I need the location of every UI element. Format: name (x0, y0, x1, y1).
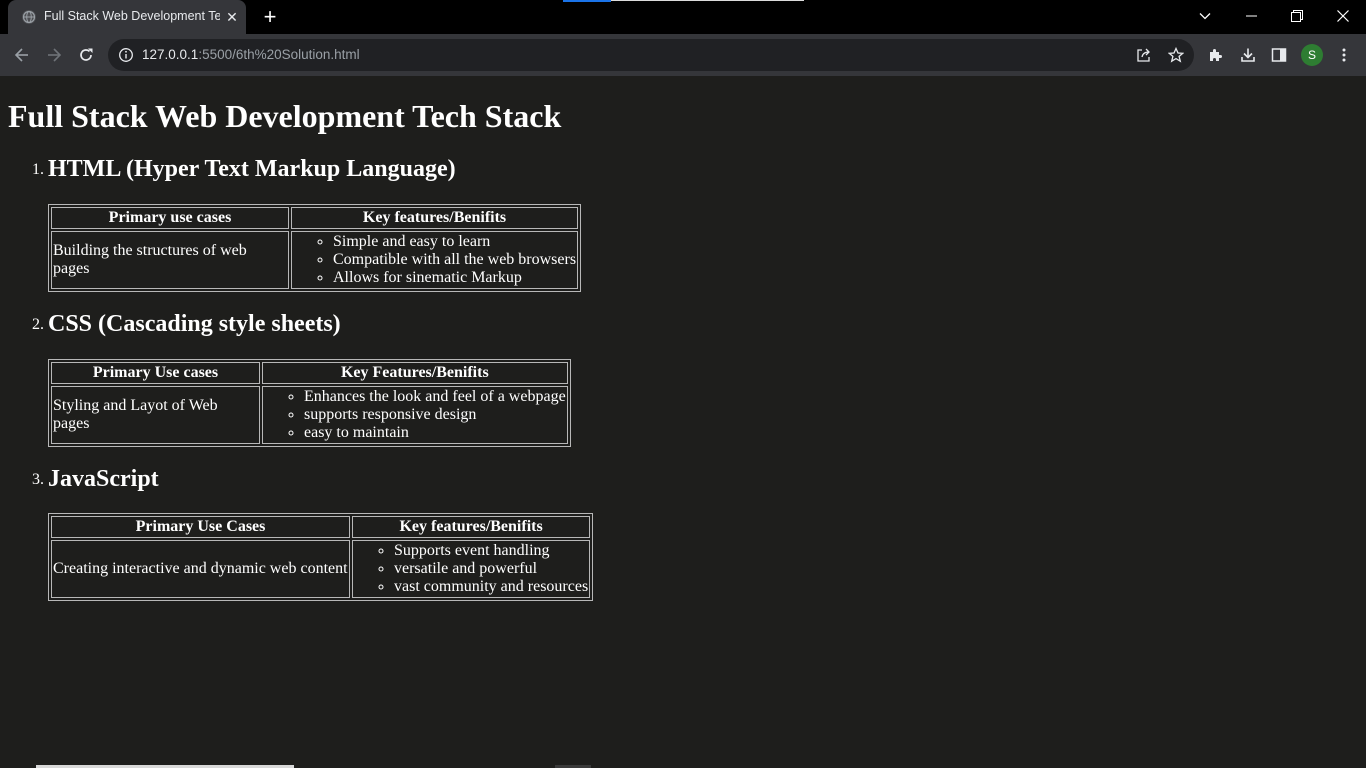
table-header: Primary use cases (51, 207, 289, 229)
new-tab-button[interactable]: + (258, 5, 282, 29)
url-path: :5500/6th%20Solution.html (198, 47, 360, 62)
html-table: Primary use cases Key features/Benifits … (48, 204, 582, 292)
menu-button[interactable] (1333, 44, 1355, 66)
back-icon (14, 48, 28, 62)
javascript-table: Primary Use Cases Key features/Benifits … (48, 513, 594, 601)
table-header: Key features/Benifits (291, 207, 579, 229)
page-title: Full Stack Web Development Tech Stack (8, 98, 562, 134)
tab-title: Full Stack Web Development Tech Stack (44, 9, 220, 23)
table-row: Building the structures of web pages Sim… (51, 231, 579, 289)
loading-bar (563, 0, 804, 2)
list-item: easy to maintain (304, 424, 566, 442)
url-host: 127.0.0.1 (142, 47, 199, 62)
download-icon (1241, 48, 1255, 62)
tab-close-icon[interactable]: ✕ (224, 9, 240, 25)
table-row: Creating interactive and dynamic web con… (51, 540, 591, 598)
table-cell: Supports event handling versatile and po… (352, 540, 591, 598)
section-number: 1. (32, 161, 44, 178)
table-row: Styling and Layot of Web pages Enhances … (51, 386, 568, 444)
forward-icon (48, 48, 62, 62)
table-cell: Styling and Layot of Web pages (51, 386, 260, 444)
list-item: supports responsive design (304, 406, 566, 424)
title-bar: Full Stack Web Development Tech Stack ✕ … (0, 0, 1366, 34)
globe-icon (22, 10, 36, 24)
extensions-icon (1210, 49, 1222, 61)
browser-tab[interactable]: Full Stack Web Development Tech Stack ✕ (8, 0, 246, 34)
section-heading-javascript: JavaScript (48, 466, 159, 492)
section-number: 3. (32, 471, 44, 488)
url-text[interactable]: 127.0.0.1:5500/6th%20Solution.html (142, 47, 360, 62)
list-item: Enhances the look and feel of a webpage (304, 388, 566, 406)
table-header: Primary Use cases (51, 362, 260, 384)
restore-icon (1291, 10, 1303, 22)
forward-button[interactable] (40, 41, 68, 69)
css-table: Primary Use cases Key Features/Benifits … (48, 359, 571, 447)
table-header-row: Primary use cases Key features/Benifits (51, 207, 579, 229)
table-header: Key features/Benifits (352, 516, 591, 538)
close-window-button[interactable] (1320, 0, 1366, 32)
profile-avatar[interactable]: S (1301, 44, 1323, 66)
minimize-icon (1245, 15, 1257, 17)
feature-list: Supports event handling versatile and po… (354, 542, 588, 596)
list-item: Allows for sinematic Markup (333, 269, 576, 287)
tab-search-button[interactable] (1182, 0, 1228, 32)
list-item: vast community and resources (394, 578, 588, 596)
table-cell: Enhances the look and feel of a webpage … (262, 386, 568, 444)
section-number: 2. (32, 316, 44, 333)
list-item: Simple and easy to learn (333, 233, 576, 251)
table-header: Primary Use Cases (51, 516, 350, 538)
section-heading-css: CSS (Cascading style sheets) (48, 311, 341, 337)
download-button[interactable] (1237, 44, 1259, 66)
side-panel-icon (1271, 48, 1287, 62)
section-heading-html: HTML (Hyper Text Markup Language) (48, 156, 456, 182)
close-icon (1337, 10, 1349, 22)
share-icon[interactable] (1134, 45, 1154, 65)
side-panel-button[interactable] (1268, 44, 1290, 66)
table-cell: Building the structures of web pages (51, 231, 289, 289)
list-item: versatile and powerful (394, 560, 588, 578)
page-content: Full Stack Web Development Tech Stack 1.… (0, 76, 1366, 768)
address-bar[interactable]: 127.0.0.1:5500/6th%20Solution.html (108, 39, 1194, 71)
table-header-row: Primary Use Cases Key features/Benifits (51, 516, 591, 538)
back-button[interactable] (8, 41, 36, 69)
reload-button[interactable] (72, 41, 100, 69)
restore-button[interactable] (1274, 0, 1320, 32)
info-icon[interactable] (118, 47, 134, 63)
list-item: Supports event handling (394, 542, 588, 560)
minimize-button[interactable] (1228, 0, 1274, 32)
menu-icon (1342, 48, 1346, 62)
star-icon[interactable] (1166, 45, 1186, 65)
browser-toolbar: 127.0.0.1:5500/6th%20Solution.html (0, 34, 1366, 76)
extensions-button[interactable] (1205, 44, 1227, 66)
chevron-down-icon (1199, 13, 1211, 20)
table-cell: Creating interactive and dynamic web con… (51, 540, 350, 598)
table-header-row: Primary Use cases Key Features/Benifits (51, 362, 568, 384)
table-header: Key Features/Benifits (262, 362, 568, 384)
feature-list: Enhances the look and feel of a webpage … (264, 388, 566, 442)
reload-icon (80, 48, 93, 61)
feature-list: Simple and easy to learn Compatible with… (293, 233, 576, 287)
list-item: Compatible with all the web browsers (333, 251, 576, 269)
table-cell: Simple and easy to learn Compatible with… (291, 231, 579, 289)
